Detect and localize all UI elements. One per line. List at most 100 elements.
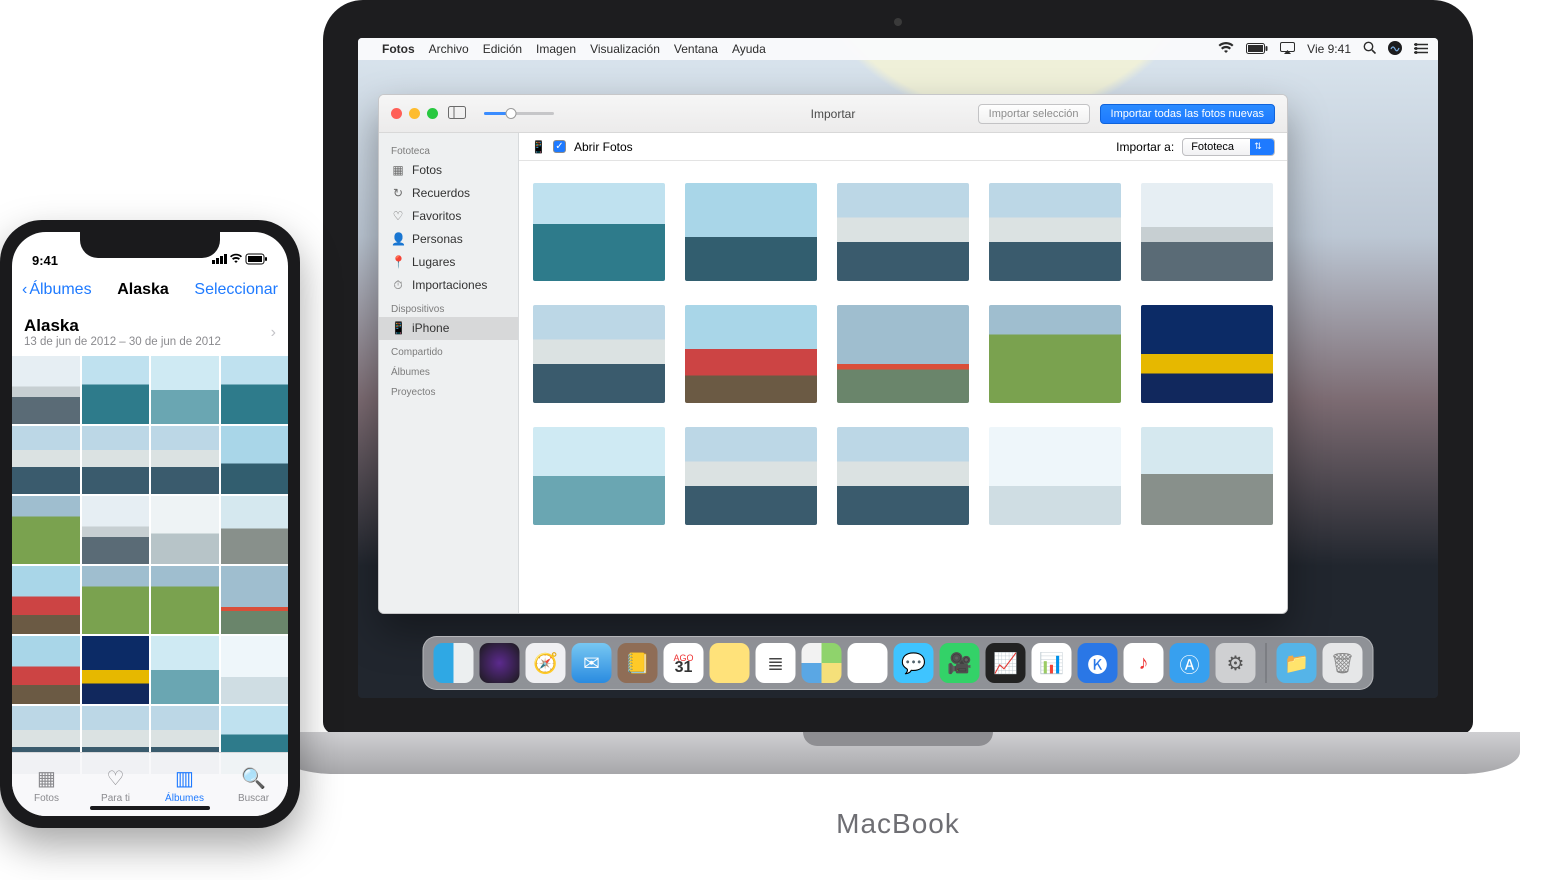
import-thumbnail[interactable]: [837, 305, 969, 403]
back-button[interactable]: ‹Álbumes: [22, 281, 92, 299]
menu-ayuda[interactable]: Ayuda: [732, 42, 766, 56]
airplay-icon[interactable]: [1280, 42, 1295, 57]
photo-thumbnail[interactable]: [12, 496, 80, 564]
dock-mail-icon[interactable]: ✉︎: [572, 643, 612, 683]
import-thumbnail[interactable]: [533, 305, 665, 403]
photo-thumbnail[interactable]: [82, 636, 150, 704]
dock-photos-icon[interactable]: ✿: [848, 643, 888, 683]
dock-finder-icon[interactable]: [434, 643, 474, 683]
photo-thumbnail[interactable]: [12, 426, 80, 494]
album-header[interactable]: Alaska 13 de jun de 2012 – 30 de jun de …: [12, 310, 288, 356]
app-name-menu[interactable]: Fotos: [382, 42, 415, 56]
siri-icon[interactable]: [1388, 41, 1402, 58]
import-all-new-button[interactable]: Importar todas las fotos nuevas: [1100, 104, 1275, 124]
import-thumbnail[interactable]: [837, 183, 969, 281]
import-thumbnail[interactable]: [837, 427, 969, 525]
dock-calendar-icon[interactable]: AGO31: [664, 643, 704, 683]
photo-thumbnail[interactable]: [221, 496, 289, 564]
mac-menubar[interactable]: Fotos Archivo Edición Imagen Visualizaci…: [358, 38, 1438, 60]
photo-thumbnail[interactable]: [151, 356, 219, 424]
minimize-button[interactable]: [409, 108, 420, 119]
dock-appstore-icon[interactable]: Ⓐ: [1170, 643, 1210, 683]
dock[interactable]: 🧭 ✉︎ 📒 AGO31 ≣ ✿ 💬 🎥 📈 📊 🅚 ♪ Ⓐ ⚙︎ 📁 🗑: [423, 636, 1374, 690]
menubar-clock[interactable]: Vie 9:41: [1307, 42, 1351, 56]
menu-imagen[interactable]: Imagen: [536, 42, 576, 56]
dock-settings-icon[interactable]: ⚙︎: [1216, 643, 1256, 683]
tab-fotos[interactable]: ▦Fotos: [12, 753, 81, 816]
dock-keynote-icon[interactable]: 🅚: [1078, 643, 1118, 683]
sidebar-item-recuerdos[interactable]: ↻Recuerdos: [379, 182, 518, 205]
import-to-select[interactable]: Fototeca ⇅: [1182, 138, 1275, 156]
menu-ventana[interactable]: Ventana: [674, 42, 718, 56]
photo-thumbnail[interactable]: [151, 496, 219, 564]
sidebar-item-lugares[interactable]: 📍Lugares: [379, 251, 518, 274]
iphone-home-indicator[interactable]: [90, 806, 210, 810]
import-selection-button[interactable]: Importar selección: [978, 104, 1090, 124]
dock-reminders-icon[interactable]: ≣: [756, 643, 796, 683]
window-titlebar[interactable]: Importar Importar selección Importar tod…: [379, 95, 1287, 133]
spotlight-icon[interactable]: [1363, 41, 1376, 57]
dock-siri-icon[interactable]: [480, 643, 520, 683]
import-thumbnail[interactable]: [685, 427, 817, 525]
dock-notes-icon[interactable]: [710, 643, 750, 683]
battery-icon[interactable]: [1246, 42, 1268, 57]
photos-sidebar[interactable]: Fototeca ▦Fotos ↻Recuerdos ♡Favoritos 👤P…: [379, 133, 519, 613]
sidebar-item-iphone[interactable]: 📱iPhone: [379, 317, 518, 340]
dock-maps-icon[interactable]: [802, 643, 842, 683]
sidebar-item-importaciones[interactable]: ⏱Importaciones: [379, 274, 518, 297]
photo-thumbnail[interactable]: [221, 426, 289, 494]
wifi-icon[interactable]: [1218, 42, 1234, 57]
photo-thumbnail[interactable]: [12, 566, 80, 634]
menu-archivo[interactable]: Archivo: [429, 42, 469, 56]
zoom-button[interactable]: [427, 108, 438, 119]
import-thumbnail-grid[interactable]: [519, 161, 1287, 613]
import-thumbnail[interactable]: [533, 183, 665, 281]
thumbnail-zoom-slider[interactable]: [484, 112, 554, 115]
open-photos-label: Abrir Fotos: [574, 140, 633, 154]
dock-facetime-icon[interactable]: 🎥: [940, 643, 980, 683]
menu-edicion[interactable]: Edición: [483, 42, 522, 56]
photo-thumbnail[interactable]: [12, 636, 80, 704]
dock-numbers-icon[interactable]: 📊: [1032, 643, 1072, 683]
open-photos-checkbox[interactable]: ✓: [553, 140, 566, 153]
import-thumbnail[interactable]: [989, 427, 1121, 525]
dock-messages-icon[interactable]: 💬: [894, 643, 934, 683]
notification-center-icon[interactable]: [1414, 42, 1428, 57]
dock-stocks-icon[interactable]: 📈: [986, 643, 1026, 683]
iphone-photo-grid[interactable]: [12, 356, 288, 774]
import-thumbnail[interactable]: [1141, 427, 1273, 525]
photo-thumbnail[interactable]: [221, 566, 289, 634]
photo-thumbnail[interactable]: [82, 426, 150, 494]
iphone-notch: [80, 232, 220, 258]
photo-thumbnail[interactable]: [151, 566, 219, 634]
import-thumbnail[interactable]: [685, 305, 817, 403]
dock-trash-icon[interactable]: 🗑: [1323, 643, 1363, 683]
photo-thumbnail[interactable]: [221, 356, 289, 424]
menu-visualizacion[interactable]: Visualización: [590, 42, 660, 56]
dock-safari-icon[interactable]: 🧭: [526, 643, 566, 683]
dock-downloads-icon[interactable]: 📁: [1277, 643, 1317, 683]
sidebar-item-personas[interactable]: 👤Personas: [379, 228, 518, 251]
photo-thumbnail[interactable]: [82, 356, 150, 424]
import-thumbnail[interactable]: [989, 305, 1121, 403]
sidebar-item-fotos[interactable]: ▦Fotos: [379, 159, 518, 182]
window-traffic-lights[interactable]: [391, 108, 438, 119]
photo-thumbnail[interactable]: [82, 566, 150, 634]
import-thumbnail[interactable]: [1141, 305, 1273, 403]
import-thumbnail[interactable]: [989, 183, 1121, 281]
close-button[interactable]: [391, 108, 402, 119]
photo-thumbnail[interactable]: [221, 636, 289, 704]
import-thumbnail[interactable]: [533, 427, 665, 525]
dock-itunes-icon[interactable]: ♪: [1124, 643, 1164, 683]
photo-thumbnail[interactable]: [151, 426, 219, 494]
select-button[interactable]: Seleccionar: [194, 281, 278, 299]
sidebar-toggle-icon[interactable]: [448, 106, 466, 122]
photo-thumbnail[interactable]: [82, 496, 150, 564]
tab-buscar[interactable]: 🔍Buscar: [219, 753, 288, 816]
import-thumbnail[interactable]: [685, 183, 817, 281]
photo-thumbnail[interactable]: [12, 356, 80, 424]
dock-contacts-icon[interactable]: 📒: [618, 643, 658, 683]
import-thumbnail[interactable]: [1141, 183, 1273, 281]
sidebar-item-favoritos[interactable]: ♡Favoritos: [379, 205, 518, 228]
photo-thumbnail[interactable]: [151, 636, 219, 704]
